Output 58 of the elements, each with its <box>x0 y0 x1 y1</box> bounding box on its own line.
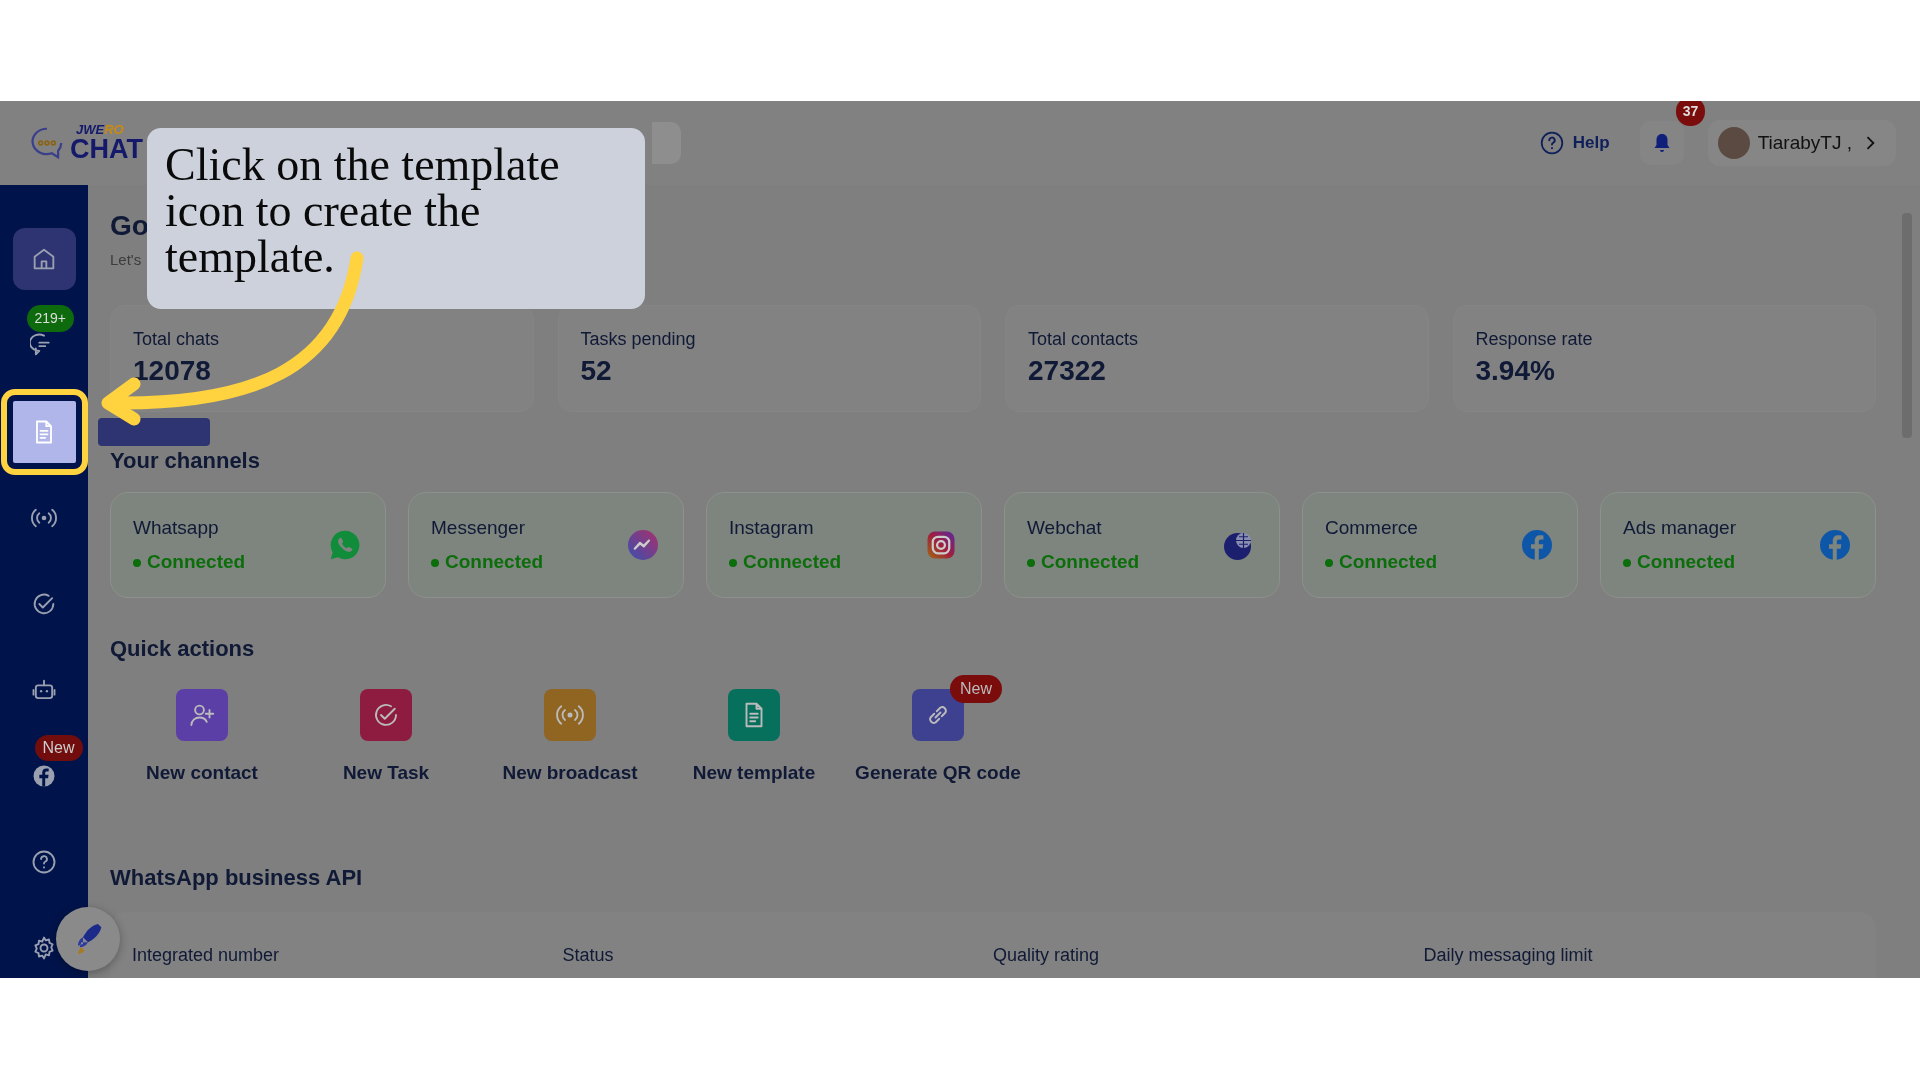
count-badge: 219+ <box>26 305 75 332</box>
help-icon <box>1538 130 1565 156</box>
callout-text: Click on the template icon to create the template. <box>147 128 645 309</box>
action-label: New contact <box>146 760 258 785</box>
notification-count: 37 <box>1675 101 1706 126</box>
page-subtitle: Let's <box>110 249 142 270</box>
action-label: New Task <box>342 760 430 785</box>
stat-label: Tasks pending <box>580 328 697 352</box>
channel-name: Whatsapp <box>133 516 220 540</box>
count-badge: New <box>34 735 83 762</box>
logo-wordmark: CHAT <box>70 134 143 164</box>
channel-card[interactable]: Commerce Connected <box>1302 492 1578 599</box>
section-heading: Quick actions <box>110 636 256 663</box>
user-menu[interactable]: TiarabyTJ , <box>1707 120 1896 166</box>
channel-name: Instagram <box>729 516 815 540</box>
connection-status: Connected <box>1325 548 1438 577</box>
stat-label: Response rate <box>1475 328 1594 352</box>
connection-status: Connected <box>1623 548 1736 577</box>
stat-value: 52 <box>580 354 613 389</box>
sidebar-item[interactable] <box>12 228 76 290</box>
connection-status: Connected <box>431 548 544 577</box>
action-label: Generate QR code <box>855 760 1021 785</box>
column-header: Integrated number <box>132 943 281 967</box>
connection-status: Connected <box>133 548 246 577</box>
column-header: Quality rating <box>993 943 1101 967</box>
column-header: Daily messaging limit <box>1423 943 1594 967</box>
channel-name: Webchat <box>1027 516 1103 540</box>
connection-status: Connected <box>729 548 842 577</box>
section-heading: Your channels <box>110 448 261 475</box>
action-label: New broadcast <box>502 760 638 785</box>
channel-card[interactable]: Messenger Connected <box>408 492 684 599</box>
quick-action[interactable]: New Task <box>294 688 478 788</box>
channel-name: Commerce <box>1325 516 1419 540</box>
section-heading: WhatsApp business API <box>110 865 364 892</box>
quick-action[interactable]: New broadcast <box>478 688 662 788</box>
notifications-button[interactable] <box>1639 121 1684 165</box>
stat-value: 12078 <box>133 354 212 389</box>
quick-action[interactable]: New template <box>662 688 846 788</box>
channel-card[interactable]: Instagram Connected <box>706 492 982 599</box>
avatar <box>1717 127 1750 159</box>
connection-status: Connected <box>1027 548 1140 577</box>
channel-card[interactable]: Webchat Connected <box>1004 492 1280 599</box>
channel-card[interactable]: Whatsapp Connected <box>110 492 386 599</box>
stat-label: Total contacts <box>1028 328 1140 352</box>
channel-name: Messenger <box>431 516 526 540</box>
column-header: Status <box>562 943 615 967</box>
channel-card[interactable]: Ads manager Connected <box>1600 492 1876 599</box>
page-title: Go <box>110 209 149 243</box>
stat-label: Total chats <box>133 328 221 352</box>
quick-action[interactable]: New contact <box>110 688 294 788</box>
stat-value: 27322 <box>1028 354 1107 389</box>
sidebar-item[interactable] <box>12 400 76 463</box>
new-badge: New <box>950 674 1002 703</box>
help-link[interactable]: Help <box>1532 129 1616 157</box>
logo-text: JWERO <box>75 123 124 136</box>
channel-name: Ads manager <box>1623 516 1736 540</box>
stat-value: 3.94% <box>1475 354 1556 389</box>
action-label: New template <box>692 760 816 785</box>
